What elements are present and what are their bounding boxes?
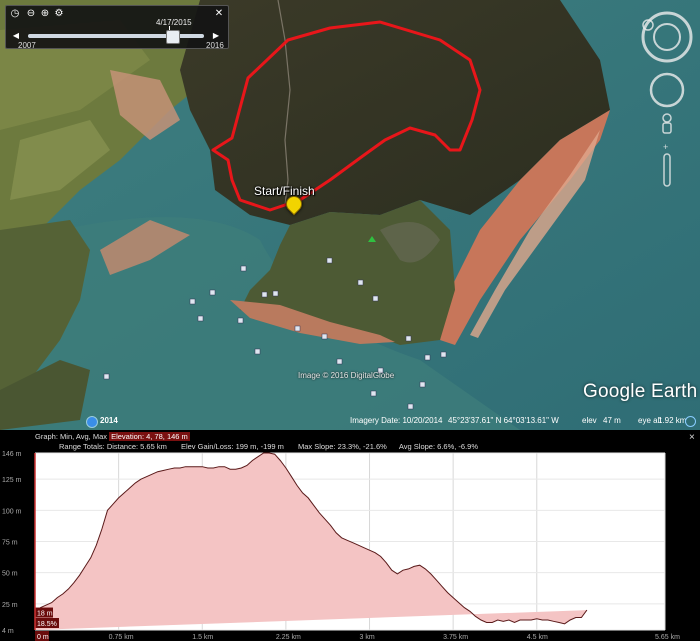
y-tick-label: 146 m <box>2 451 22 458</box>
globe-icon <box>685 416 696 427</box>
imagery-credit: Image © 2016 DigitalGlobe <box>298 371 395 380</box>
move-joystick-icon[interactable] <box>649 72 685 108</box>
imagery-date: Imagery Date: 10/20/2014 <box>350 416 443 425</box>
graph-options[interactable]: Min, Avg, Max <box>60 432 107 441</box>
y-tick-label: 125 m <box>2 477 22 484</box>
historical-imagery-slider[interactable]: ◷ ⊖ ⊕ ⚙ ✕ 4/17/2015 ◀ ▶ 2007 2016 <box>5 5 229 50</box>
close-profile-icon[interactable]: × <box>689 432 695 443</box>
y-tick-label: 75 m <box>2 540 18 547</box>
x-tick-label: 0.75 km <box>109 634 134 641</box>
x-tick-label: 1.5 km <box>192 634 213 641</box>
y-tick-label: 100 m <box>2 508 22 515</box>
zoom-out-icon[interactable]: ⊖ <box>26 9 36 19</box>
satellite-imagery <box>0 0 700 430</box>
slider-handle[interactable] <box>166 30 180 44</box>
eye-alt-value: 1.92 km <box>658 416 687 425</box>
clock-icon[interactable]: ◷ <box>10 9 20 19</box>
x-tick-label: 2.25 km <box>276 634 301 641</box>
zoom-in-icon[interactable]: ⊕ <box>40 9 50 19</box>
map-view[interactable]: ◷ ⊖ ⊕ ⚙ ✕ 4/17/2015 ◀ ▶ 2007 2016 + Star… <box>0 0 700 430</box>
street-view-pegman-icon[interactable] <box>662 113 672 134</box>
value-badge-label: 18 m <box>37 611 53 618</box>
value-badge-label: 18.5% <box>37 621 57 628</box>
x-tick-label: 3 km <box>360 634 375 641</box>
coordinates: 45°23'37.61" N 64°03'13.61" W <box>448 416 559 425</box>
svg-text:+: + <box>663 142 668 152</box>
x-tick-label: 4.5 km <box>527 634 548 641</box>
x-tick-label: 5.65 km <box>655 634 680 641</box>
graph-label: Graph: <box>35 432 58 441</box>
slider-start-year: 2007 <box>18 41 36 50</box>
graph-row: Graph: Min, Avg, Max Elevation: 4, 78, 1… <box>35 432 190 441</box>
look-joystick-icon[interactable] <box>641 11 693 63</box>
elev-value: 47 m <box>603 416 621 425</box>
zoom-slider-icon[interactable]: + <box>663 142 671 187</box>
x-tick-label: 3.75 km <box>443 634 468 641</box>
y-tick-label: 25 m <box>2 602 18 609</box>
slider-date: 4/17/2015 <box>156 18 192 27</box>
elevation-chart[interactable]: 146 m 125 m 100 m 75 m 50 m 25 m 4 m 0.75 km 1.5… <box>0 450 700 641</box>
close-icon[interactable]: ✕ <box>214 9 224 19</box>
step-back-icon[interactable]: ◀ <box>12 31 20 41</box>
route-label: Start/Finish <box>254 184 315 198</box>
settings-icon[interactable]: ⚙ <box>54 9 64 19</box>
y-tick-label: 50 m <box>2 571 18 578</box>
navigation-controls: + <box>641 11 693 187</box>
elev-label: elev <box>582 416 597 425</box>
step-forward-icon[interactable]: ▶ <box>212 31 220 41</box>
google-earth-logo: Google Earth <box>583 381 698 402</box>
elevation-summary[interactable]: Elevation: 4, 78, 146 m <box>109 432 190 441</box>
y-tick-label: 4 m <box>2 628 14 635</box>
elevation-profile-panel: Graph: Min, Avg, Max Elevation: 4, 78, 1… <box>0 430 700 641</box>
slider-end-year: 2016 <box>206 41 224 50</box>
historical-year-icon[interactable] <box>86 416 98 428</box>
value-badge-label: 0 m <box>37 634 49 641</box>
imagery-year: 2014 <box>100 416 118 425</box>
